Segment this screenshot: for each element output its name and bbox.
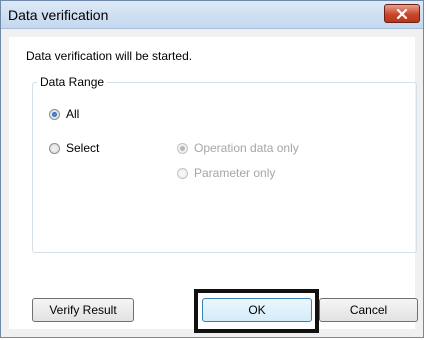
- radio-all-indicator: [49, 108, 60, 120]
- cancel-button[interactable]: Cancel: [319, 298, 418, 322]
- radio-parameter-only[interactable]: Parameter only: [177, 166, 275, 180]
- window-title: Data verification: [8, 7, 109, 23]
- radio-operation-data-only[interactable]: Operation data only: [177, 141, 299, 155]
- radio-operation-label: Operation data only: [194, 141, 299, 155]
- intro-text: Data verification will be started.: [26, 49, 193, 63]
- verify-result-button[interactable]: Verify Result: [32, 298, 134, 322]
- radio-all[interactable]: All: [49, 107, 79, 121]
- radio-operation-indicator: [177, 142, 188, 154]
- data-range-label: Data Range: [37, 75, 108, 89]
- radio-select-label: Select: [66, 141, 100, 155]
- radio-selected-dot: [180, 145, 185, 151]
- ok-button-highlight: [194, 289, 319, 333]
- title-bar[interactable]: Data verification: [1, 1, 423, 29]
- radio-all-label: All: [66, 107, 80, 121]
- close-button[interactable]: [384, 4, 420, 23]
- radio-parameter-indicator: [177, 167, 188, 179]
- radio-selected-dot: [52, 111, 57, 117]
- radio-select-indicator: [49, 142, 60, 154]
- radio-parameter-label: Parameter only: [194, 166, 276, 180]
- close-icon: [396, 8, 408, 19]
- radio-select[interactable]: Select: [49, 141, 99, 155]
